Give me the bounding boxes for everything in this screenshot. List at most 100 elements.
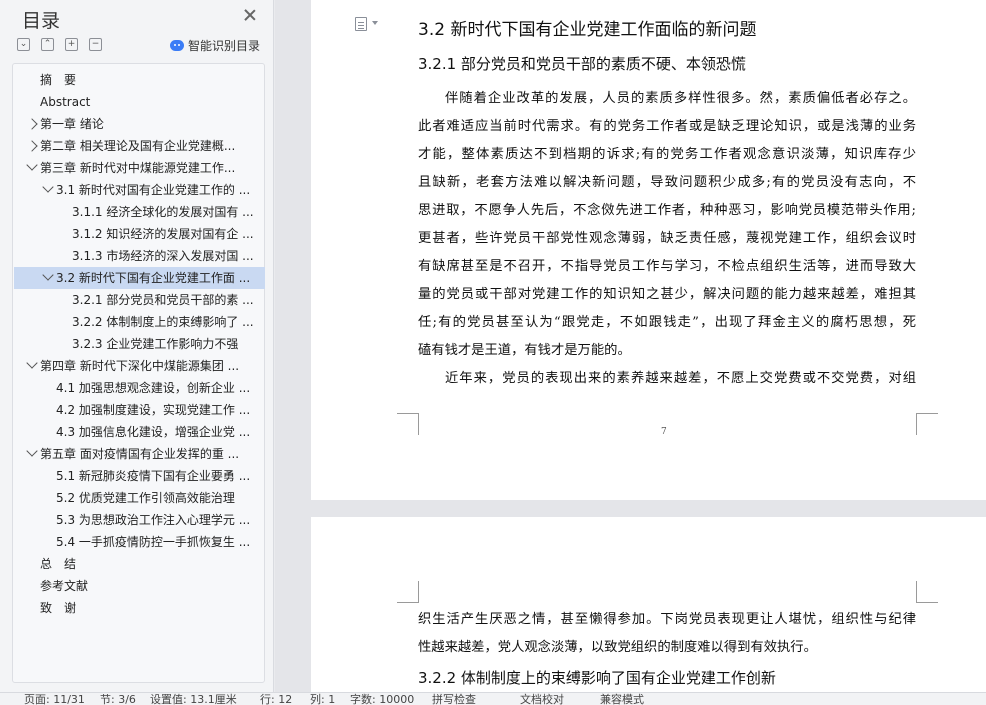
toc-item[interactable]: 3.2.2 体制制度上的束缚影响了 ... [14, 311, 265, 333]
chevron-right-icon[interactable] [26, 118, 38, 130]
chevron-down-icon[interactable] [26, 159, 38, 171]
status-word-count[interactable]: 字数: 10000 [350, 693, 414, 705]
status-proofread[interactable]: 文档校对 [520, 693, 564, 705]
toc-item[interactable]: 第二章 相关理论及国有企业党建概... [14, 135, 265, 157]
toc-item[interactable]: 摘 要 [14, 69, 265, 91]
paragraph-line: 此者难适应当前时代需求。有的党务工作者或是缺乏理论知识，或是浅薄的业务 [418, 119, 916, 134]
paragraph-line: 量的党员或干部对党建工作的知识知之甚少，解决问题的能力越来越差，难担其 [418, 287, 916, 302]
paragraph-line: 任;有的党员甚至认为“跟党走，不如跟钱走”，出现了拜金主义的腐朽思想，死 [418, 315, 916, 330]
toc-title: 目录 [22, 10, 61, 32]
paragraph-line: 才能，整体素质达不到档期的诉求;有的党务工作者观念意识淡薄，知识库存少 [418, 147, 916, 162]
heading-3: 3.2.2 体制制度上的束缚影响了国有企业党建工作创新 [418, 669, 776, 687]
toc-item-label: 3.1 新时代对国有企业党建工作的 ... [56, 183, 251, 197]
document-page[interactable]: 3.2 新时代下国有企业党建工作面临的新问题 3.2.1 部分党员和党员干部的素… [311, 0, 986, 500]
status-section[interactable]: 节: 3/6 [100, 693, 136, 705]
toc-item-label: 3.1.2 知识经济的发展对国有企 ... [72, 227, 254, 241]
toc-item[interactable]: 3.1.1 经济全球化的发展对国有 ... [14, 201, 265, 223]
chevron-right-icon[interactable] [26, 140, 38, 152]
paragraph-line: 伴随着企业改革的发展，人员的素质多样性很多。然，素质偏低者必存之。 [445, 91, 916, 106]
toc-item-label: 3.1.3 市场经济的深入发展对国 ... [72, 249, 254, 263]
document-icon[interactable] [355, 17, 367, 31]
status-bar: 页面: 11/31 节: 3/6 设置值: 13.1厘米 行: 12 列: 1 … [0, 692, 986, 705]
toc-item[interactable]: 参考文献 [14, 575, 265, 597]
heading-3: 3.2.1 部分党员和党员干部的素质不硬、本领恐慌 [418, 55, 746, 73]
toc-item-label: 总 结 [40, 557, 77, 571]
toc-item[interactable]: 3.1.3 市场经济的深入发展对国 ... [14, 245, 265, 267]
toc-item-label: 第三章 新时代对中煤能源党建工作... [40, 161, 236, 175]
toc-item[interactable]: 第三章 新时代对中煤能源党建工作... [14, 157, 265, 179]
ai-assistant-icon [170, 39, 184, 51]
toc-item[interactable]: 第一章 绪论 [14, 113, 265, 135]
toc-item-label: 摘 要 [40, 73, 77, 87]
crop-mark [397, 581, 419, 603]
toc-item[interactable]: 第四章 新时代下深化中煤能源集团 ... [14, 355, 265, 377]
toc-item-label: 3.2.2 体制制度上的束缚影响了 ... [72, 315, 254, 329]
paragraph-line: 更甚者，些许党员干部党性观念薄弱，缺乏责任感，蔑视党建工作，组织会议时 [418, 231, 916, 246]
toc-item[interactable]: 3.2 新时代下国有企业党建工作面 ... [14, 267, 265, 289]
paragraph-line: 思进取，不愿争人先后，不念傚先进工作者，种种恶习，影响党员模范带头作用; [418, 203, 916, 218]
add-heading-button[interactable]: + [65, 38, 78, 51]
heading-2: 3.2 新时代下国有企业党建工作面临的新问题 [418, 20, 757, 40]
toc-item[interactable]: 4.3 加强信息化建设，增强企业党 ... [14, 421, 265, 443]
app-window: 目录 ⌄ ⌃ + − 智能识别目录 摘 要 Abstract 第一章 绪论第二章 相… [0, 0, 986, 705]
chevron-down-icon[interactable] [42, 181, 54, 193]
toc-item-label: 4.2 加强制度建设，实现党建工作 ... [56, 403, 251, 417]
toc-item-label: 5.1 新冠肺炎疫情下国有企业要勇 ... [56, 469, 251, 483]
collapse-all-button[interactable]: ⌄ [17, 38, 30, 51]
crop-mark [916, 413, 938, 435]
paragraph-line: 磕有钱才是王道，有钱才是万能的。 [418, 343, 631, 358]
chevron-down-icon[interactable] [26, 445, 38, 457]
toc-item-label: 第五章 面对疫情国有企业发挥的重 ... [40, 447, 240, 461]
toc-item[interactable]: 3.2.3 企业党建工作影响力不强 [14, 333, 265, 355]
toc-item[interactable]: 5.4 一手抓疫情防控一手抓恢复生 ... [14, 531, 265, 553]
toc-item-label: 第四章 新时代下深化中煤能源集团 ... [40, 359, 240, 373]
crop-mark [397, 413, 419, 435]
toc-item[interactable]: 3.1.2 知识经济的发展对国有企 ... [14, 223, 265, 245]
toc-item-label: 5.4 一手抓疫情防控一手抓恢复生 ... [56, 535, 251, 549]
paragraph-line: 性越来越差，党人观念淡薄，以致党组织的制度难以得到有效执行。 [418, 640, 817, 655]
status-spell-check[interactable]: 拼写检查 [432, 693, 476, 705]
toc-item[interactable]: 第五章 面对疫情国有企业发挥的重 ... [14, 443, 265, 465]
toc-item[interactable]: 5.1 新冠肺炎疫情下国有企业要勇 ... [14, 465, 265, 487]
toc-item-label: 3.1.1 经济全球化的发展对国有 ... [72, 205, 254, 219]
toc-item[interactable]: 4.1 加强思想观念建设，创新企业 ... [14, 377, 265, 399]
toc-item[interactable]: Abstract [14, 91, 265, 113]
smart-toc-label: 智能识别目录 [188, 38, 261, 53]
remove-heading-button[interactable]: − [89, 38, 102, 51]
status-line: 行: 12 [260, 693, 293, 705]
toc-item[interactable]: 总 结 [14, 553, 265, 575]
page-number: 7 [661, 427, 667, 437]
smart-toc-button[interactable]: 智能识别目录 [170, 36, 260, 54]
status-column: 列: 1 [310, 693, 336, 705]
crop-mark [916, 581, 938, 603]
paragraph-line: 有缺席甚至是不召开，不指导党员工作与学习，不检点组织生活等，进而导致大 [418, 259, 916, 274]
toc-item-label: 第一章 绪论 [40, 117, 104, 131]
close-icon[interactable] [243, 8, 257, 22]
document-canvas[interactable]: 3.2 新时代下国有企业党建工作面临的新问题 3.2.1 部分党员和党员干部的素… [275, 0, 986, 692]
status-page[interactable]: 页面: 11/31 [24, 693, 85, 705]
chevron-down-icon[interactable] [26, 357, 38, 369]
toc-item-label: 3.2.1 部分党员和党员干部的素 ... [72, 293, 254, 307]
paragraph-line: 织生活产生厌恶之情，甚至懒得参加。下岗党员表现更让人堪忧，组织性与纪律 [418, 612, 916, 627]
chevron-down-icon[interactable] [372, 21, 378, 25]
toc-item[interactable]: 5.3 为思想政治工作注入心理学元 ... [14, 509, 265, 531]
expand-all-button[interactable]: ⌃ [41, 38, 54, 51]
chevron-down-icon[interactable] [42, 269, 54, 281]
toc-item-label: Abstract [40, 95, 91, 109]
paragraph-line: 近年来，党员的表现出来的素养越来越差，不愿上交党费或不交党费，对组 [445, 371, 916, 386]
toc-item-label: 3.2 新时代下国有企业党建工作面 ... [56, 271, 251, 285]
toc-item-label: 4.3 加强信息化建设，增强企业党 ... [56, 425, 251, 439]
toc-panel: 目录 ⌄ ⌃ + − 智能识别目录 摘 要 Abstract 第一章 绪论第二章 相… [0, 0, 274, 692]
toc-item[interactable]: 4.2 加强制度建设，实现党建工作 ... [14, 399, 265, 421]
toc-item[interactable]: 3.1 新时代对国有企业党建工作的 ... [14, 179, 265, 201]
status-setting[interactable]: 设置值: 13.1厘米 [150, 693, 237, 705]
toc-item[interactable]: 3.2.1 部分党员和党员干部的素 ... [14, 289, 265, 311]
toc-item[interactable]: 致 谢 [14, 597, 265, 619]
toc-item-label: 参考文献 [40, 579, 89, 593]
toc-item-label: 致 谢 [40, 601, 77, 615]
toc-item-label: 第二章 相关理论及国有企业党建概... [40, 139, 236, 153]
document-page[interactable]: 织生活产生厌恶之情，甚至懒得参加。下岗党员表现更让人堪忧，组织性与纪律 性越来越… [311, 517, 986, 692]
toc-list: 摘 要 Abstract 第一章 绪论第二章 相关理论及国有企业党建概... 第三章 … [12, 63, 265, 683]
toc-item[interactable]: 5.2 优质党建工作引领高效能治理 [14, 487, 265, 509]
toc-item-label: 4.1 加强思想观念建设，创新企业 ... [56, 381, 251, 395]
